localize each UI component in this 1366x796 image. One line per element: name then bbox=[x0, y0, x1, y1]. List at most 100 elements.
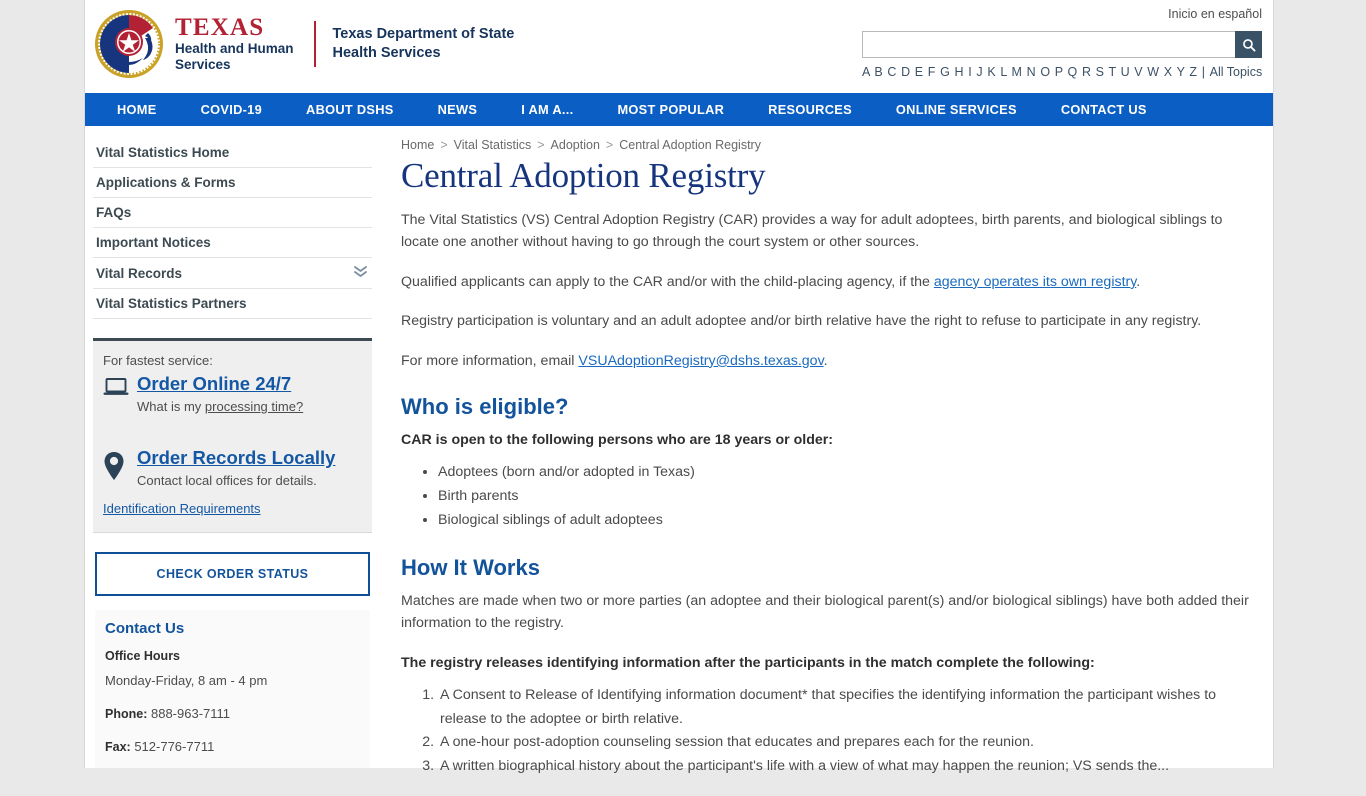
sidebar-item-important-notices[interactable]: Important Notices bbox=[93, 227, 372, 257]
site-header: TEXAS Health and Human Services Texas De… bbox=[85, 0, 1273, 93]
sidebar-item-label: Vital Statistics Home bbox=[96, 145, 230, 160]
sidebar-item-label: Important Notices bbox=[96, 235, 211, 250]
alpha-link-z[interactable]: Z bbox=[1189, 65, 1197, 79]
breadcrumb-item-central-adoption-registry: Central Adoption Registry bbox=[619, 138, 761, 152]
sidebar-item-applications-forms[interactable]: Applications & Forms bbox=[93, 167, 372, 197]
breadcrumb-item-vital-statistics[interactable]: Vital Statistics bbox=[454, 138, 532, 152]
alpha-link-q[interactable]: Q bbox=[1068, 65, 1078, 79]
service-lead-text: For fastest service: bbox=[103, 353, 213, 368]
brand-dshs-line1: Texas Department of State bbox=[332, 25, 515, 42]
nav-item-most-popular[interactable]: MOST POPULAR bbox=[595, 102, 746, 117]
alpha-link-a[interactable]: A bbox=[862, 65, 870, 79]
nav-item-online-services[interactable]: ONLINE SERVICES bbox=[874, 102, 1039, 117]
alpha-link-u[interactable]: U bbox=[1121, 65, 1131, 79]
alpha-link-y[interactable]: Y bbox=[1177, 65, 1186, 79]
processing-time-prefix: What is my bbox=[137, 399, 205, 414]
intro-paragraph-1: The Vital Statistics (VS) Central Adopti… bbox=[401, 212, 1223, 251]
search-input[interactable] bbox=[862, 31, 1235, 58]
identification-requirements-link[interactable]: Identification Requirements bbox=[103, 501, 261, 516]
site-logo[interactable]: TEXAS Health and Human Services Texas De… bbox=[93, 8, 514, 80]
order-local-item[interactable]: Order Records Locally Contact local offi… bbox=[103, 447, 358, 488]
how-it-works-list: A Consent to Release of Identifying info… bbox=[401, 684, 1263, 779]
brand-hhs-line2: Services bbox=[175, 57, 231, 72]
alpha-link-t[interactable]: T bbox=[1108, 65, 1116, 79]
eligible-list: Adoptees (born and/or adopted in Texas)B… bbox=[401, 461, 1263, 533]
alpha-link-g[interactable]: G bbox=[940, 65, 950, 79]
alpha-link-d[interactable]: D bbox=[901, 65, 911, 79]
breadcrumb-item-adoption[interactable]: Adoption bbox=[551, 138, 600, 152]
order-online-link[interactable]: Order Online 24/7 bbox=[137, 373, 291, 394]
p2-after-text: . bbox=[1136, 273, 1141, 290]
p4-after-text: . bbox=[823, 352, 828, 369]
alpha-link-b[interactable]: B bbox=[874, 65, 883, 79]
sidebar-item-vital-statistics-home[interactable]: Vital Statistics Home bbox=[93, 138, 372, 167]
contact-us-heading: Contact Us bbox=[105, 620, 185, 637]
alpha-link-n[interactable]: N bbox=[1027, 65, 1037, 79]
intro-paragraph-2: Qualified applicants can apply to the CA… bbox=[401, 271, 1263, 293]
breadcrumb-separator: > bbox=[440, 138, 448, 152]
how-it-works-list-item: A one-hour post-adoption counseling sess… bbox=[438, 731, 1263, 755]
processing-time-link[interactable]: processing time? bbox=[205, 399, 303, 414]
alpha-link-v[interactable]: V bbox=[1134, 65, 1143, 79]
alpha-link-m[interactable]: M bbox=[1012, 65, 1023, 79]
alpha-link-e[interactable]: E bbox=[915, 65, 924, 79]
search-button[interactable] bbox=[1235, 31, 1262, 58]
nav-item-covid-19[interactable]: COVID-19 bbox=[179, 102, 284, 117]
alpha-link-j[interactable]: J bbox=[976, 65, 983, 79]
alpha-link-o[interactable]: O bbox=[1040, 65, 1050, 79]
alpha-link-x[interactable]: X bbox=[1164, 65, 1173, 79]
brand-dshs-line2: Health Services bbox=[332, 45, 441, 61]
eligible-list-item: Birth parents bbox=[438, 485, 1263, 509]
adoption-registry-email-link[interactable]: VSUAdoptionRegistry@dshs.texas.gov bbox=[578, 353, 823, 369]
alpha-link-s[interactable]: S bbox=[1096, 65, 1105, 79]
how-it-works-list-item: A written biographical history about the… bbox=[438, 755, 1263, 779]
nav-item-contact-us[interactable]: CONTACT US bbox=[1039, 102, 1169, 117]
alpha-link-r[interactable]: R bbox=[1082, 65, 1092, 79]
phone-line: Phone: 888-963-7111 bbox=[105, 706, 358, 721]
alpha-link-c[interactable]: C bbox=[887, 65, 897, 79]
alpha-link-i[interactable]: I bbox=[968, 65, 972, 79]
who-is-eligible-heading: Who is eligible? bbox=[401, 394, 569, 420]
breadcrumb-item-home[interactable]: Home bbox=[401, 138, 434, 152]
alpha-link-w[interactable]: W bbox=[1147, 65, 1159, 79]
spanish-home-link[interactable]: Inicio en español bbox=[1168, 7, 1262, 21]
phone-value: 888-963-7111 bbox=[150, 706, 231, 721]
agency-registry-link[interactable]: agency operates its own registry bbox=[934, 274, 1136, 290]
alpha-link-l[interactable]: L bbox=[1000, 65, 1007, 79]
nav-item-about-dshs[interactable]: ABOUT DSHS bbox=[284, 102, 416, 117]
eligible-list-item: Adoptees (born and/or adopted in Texas) bbox=[438, 461, 1263, 485]
brand-texas-word: TEXAS bbox=[175, 13, 265, 41]
nav-item-home[interactable]: HOME bbox=[95, 102, 179, 117]
intro-paragraph-3: Registry participation is voluntary and … bbox=[401, 313, 1202, 330]
check-order-status-button[interactable]: CHECK ORDER STATUS bbox=[95, 552, 370, 596]
phone-label: Phone: bbox=[105, 707, 148, 721]
alpha-link-k[interactable]: K bbox=[987, 65, 996, 79]
alpha-link-p[interactable]: P bbox=[1055, 65, 1064, 79]
map-pin-icon bbox=[103, 448, 137, 486]
sidebar-item-faqs[interactable]: FAQs bbox=[93, 197, 372, 227]
all-topics-link[interactable]: All Topics bbox=[1210, 65, 1263, 79]
fax-value: 512-776-7711 bbox=[134, 739, 215, 754]
main-navigation: HOME COVID-19 ABOUT DSHS NEWS I AM A... MOST … bbox=[85, 93, 1273, 126]
breadcrumb-separator: > bbox=[537, 138, 545, 152]
order-services-box: For fastest service: Order Online 24/7 W… bbox=[93, 341, 372, 533]
chevron-down-icon bbox=[353, 265, 368, 281]
header-utility-area: Inicio en español A B C D E F G H I J K … bbox=[862, 5, 1262, 79]
nav-item-resources[interactable]: RESOURCES bbox=[746, 102, 874, 117]
contact-us-box: Contact Us Office Hours Monday-Friday, 8… bbox=[95, 610, 370, 768]
processing-time-text: What is my processing time? bbox=[137, 399, 303, 414]
nav-item-news[interactable]: NEWS bbox=[416, 102, 500, 117]
sidebar-item-vital-statistics-partners[interactable]: Vital Statistics Partners bbox=[93, 288, 372, 318]
alpha-link-h[interactable]: H bbox=[955, 65, 965, 79]
sidebar-item-vital-records[interactable]: Vital Records bbox=[93, 257, 372, 288]
alpha-link-f[interactable]: F bbox=[928, 65, 936, 79]
nav-item-i-am-a[interactable]: I AM A... bbox=[499, 102, 595, 117]
sidebar-item-label: Applications & Forms bbox=[96, 175, 236, 190]
sidebar-item-label: Vital Records bbox=[96, 265, 183, 281]
office-hours-value: Monday-Friday, 8 am - 4 pm bbox=[105, 673, 268, 688]
how-it-works-paragraph: Matches are made when two or more partie… bbox=[401, 592, 1249, 632]
brand-hhs-line1: Health and Human bbox=[175, 40, 294, 56]
fax-label: Fax: bbox=[105, 740, 131, 754]
order-online-item[interactable]: Order Online 24/7 What is my processing … bbox=[103, 373, 358, 414]
order-records-locally-link[interactable]: Order Records Locally bbox=[137, 447, 335, 468]
